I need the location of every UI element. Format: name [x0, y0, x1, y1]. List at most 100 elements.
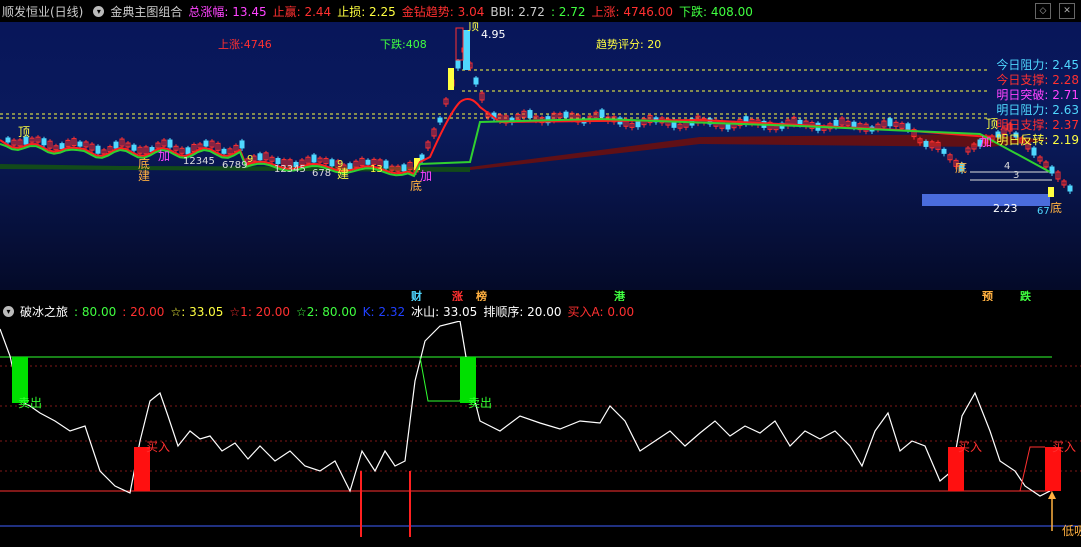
header-field-2: 止损: 2.25	[337, 4, 396, 19]
legend-item-3: 明日阻力: 2.63	[996, 103, 1079, 117]
count-13: 13	[370, 164, 383, 175]
candle-body-6	[41, 138, 47, 146]
candle-body-9	[59, 143, 65, 150]
high-price-label: 4.95	[481, 28, 506, 41]
num-3: 3	[1013, 170, 1019, 181]
num-9-a: 9	[247, 154, 253, 165]
candle-body-42	[257, 153, 263, 161]
candle-highlight-5	[1048, 187, 1054, 197]
indicator-header-bar: 顺发恒业(日线) ▾ 金典主图组合 总涨幅: 13.45 止赢: 2.44 止损: …	[0, 0, 1081, 22]
candle-highlight-4	[455, 27, 464, 61]
sub-field-2: ☆: 33.05	[170, 304, 224, 319]
marker-bottom-3: 底	[955, 160, 967, 175]
sub-indicator-header: ▾ 破冰之旅 : 80.00: 20.00 ☆: 33.05 ☆1: 20.00 ☆2…	[0, 301, 1081, 321]
legend-item-1: 今日支撑: 2.28	[996, 73, 1079, 87]
candle-body-156	[941, 148, 947, 154]
marker-top-1: 顶	[18, 125, 30, 139]
candle-body-72	[437, 117, 443, 123]
sub-field-6: 冰山: 33.05	[411, 304, 478, 319]
candle-body-174	[1049, 166, 1055, 174]
candle-body-120	[725, 124, 731, 130]
buy-label-1: 买入	[146, 440, 170, 454]
candle-body-99	[599, 109, 605, 118]
marker-add-2: 加	[420, 169, 432, 183]
candle-body-87	[527, 110, 533, 119]
oscillator-canvas[interactable]: 卖出 卖出买入 买入 买入低吸	[0, 320, 1081, 544]
marker-jian-1: 建	[138, 169, 150, 183]
main-kline-panel[interactable]: 顶底建加 12345 6789 12345 678 9 9 13 建底加顶顶底加底 67 3 4 上涨…	[0, 19, 1081, 290]
low-label: 低吸	[1062, 524, 1081, 538]
stock-title[interactable]: 顺发恒业(日线)	[2, 3, 83, 20]
collapse-up-icon[interactable]: ◇	[1035, 3, 1051, 19]
candle-body-12	[77, 141, 83, 147]
candle-highlight-2	[448, 68, 454, 90]
candle-body-21	[131, 144, 137, 151]
candle-body-66	[401, 164, 407, 172]
header-field-3: 金钻趋势: 3.04	[401, 4, 485, 19]
sub-indicator-name[interactable]: 破冰之旅	[20, 303, 68, 320]
candle-body-150	[905, 123, 911, 131]
candle-body-153	[923, 140, 929, 147]
marker-bottom-4: 底	[1050, 200, 1062, 215]
header-field-5: : 2.72	[550, 4, 586, 19]
sell-label-1: 卖出	[18, 396, 42, 410]
marker-top-2: 顶	[467, 22, 479, 33]
candle-body-78	[473, 77, 479, 85]
window-controls: ◇ ✕	[1035, 3, 1075, 19]
legend-item-2: 明日突破: 2.71	[996, 88, 1079, 102]
legend-item-5: 明日反转: 2.19	[996, 133, 1079, 147]
candle-body-36	[221, 148, 227, 154]
legend-item-4: 明日支撑: 2.37	[996, 118, 1079, 132]
candle-body-51	[311, 154, 317, 163]
settings-circle-icon[interactable]: ▾	[93, 5, 105, 17]
count-seq-4: 678	[312, 168, 331, 179]
candle-body-177	[1067, 185, 1073, 192]
marker-add-1: 加	[158, 149, 170, 163]
num-67: 67	[1037, 206, 1050, 217]
candle-body-132	[797, 119, 803, 125]
header-field-1: 止赢: 2.44	[272, 4, 332, 19]
num-4: 4	[1004, 161, 1010, 172]
buy-label-3: 买入	[1052, 440, 1076, 454]
candle-body-54	[329, 159, 335, 167]
oscillator-white-line	[0, 320, 1051, 497]
candle-body-30	[185, 147, 191, 155]
header-fields: 总涨幅: 13.45 止赢: 2.44 止损: 2.25 金钻趋势: 3.04 BBI:…	[188, 3, 758, 20]
indicator-name[interactable]: 金典主图组合	[110, 3, 182, 20]
marker-jian-2: 建	[337, 167, 349, 181]
kline-canvas[interactable]: 顶底建加 12345 6789 12345 6789 9 13建底加顶顶底加底6734	[0, 19, 1081, 290]
oscillator-panel[interactable]: 卖出 卖出买入 买入 买入低吸	[0, 320, 1081, 544]
candle-body-147	[887, 118, 893, 127]
sub-settings-circle-icon[interactable]: ▾	[3, 305, 14, 317]
support-box	[922, 194, 1050, 206]
sub-field-8: 买入A: 0.00	[567, 304, 635, 319]
candle-body-105	[635, 121, 641, 128]
support-resistance-legend: 今日阻力: 2.45 今日支撑: 2.28 明日突破: 2.71 明日阻力: 2.63…	[996, 58, 1079, 148]
low-arrow-head	[1048, 491, 1056, 499]
count-seq-2: 6789	[222, 160, 247, 171]
sub-field-3: ☆1: 20.00	[229, 304, 291, 319]
candle-body-93	[563, 111, 569, 118]
sub-field-1: : 20.00	[122, 304, 165, 319]
sell-label-2: 卖出	[468, 396, 492, 410]
candle-body-15	[95, 145, 101, 154]
candle-body-45	[275, 158, 281, 165]
marker-add-3: 加	[980, 135, 992, 149]
candle-body-141	[851, 121, 857, 128]
count-seq-3: 12345	[274, 164, 306, 175]
fall-count-label: 下跌:408	[380, 38, 427, 51]
candle-body-75	[455, 60, 461, 69]
trend-score: 趋势评分: 20	[596, 38, 662, 51]
close-icon[interactable]: ✕	[1059, 3, 1075, 19]
buy-label-2: 买入	[958, 440, 982, 454]
candle-body-138	[833, 120, 839, 128]
header-field-4: BBI: 2.72	[490, 4, 545, 19]
candle-body-18	[113, 141, 119, 149]
candle-body-27	[167, 139, 173, 148]
sub-field-4: ☆2: 80.00	[296, 304, 357, 319]
header-field-7: 下跌: 408.00	[679, 4, 753, 19]
sub-field-7: 排顺序: 20.00	[483, 304, 562, 319]
rise-count-label: 上涨:4746	[218, 38, 272, 51]
candle-body-0	[5, 137, 11, 143]
candle-body-171	[1031, 147, 1037, 156]
